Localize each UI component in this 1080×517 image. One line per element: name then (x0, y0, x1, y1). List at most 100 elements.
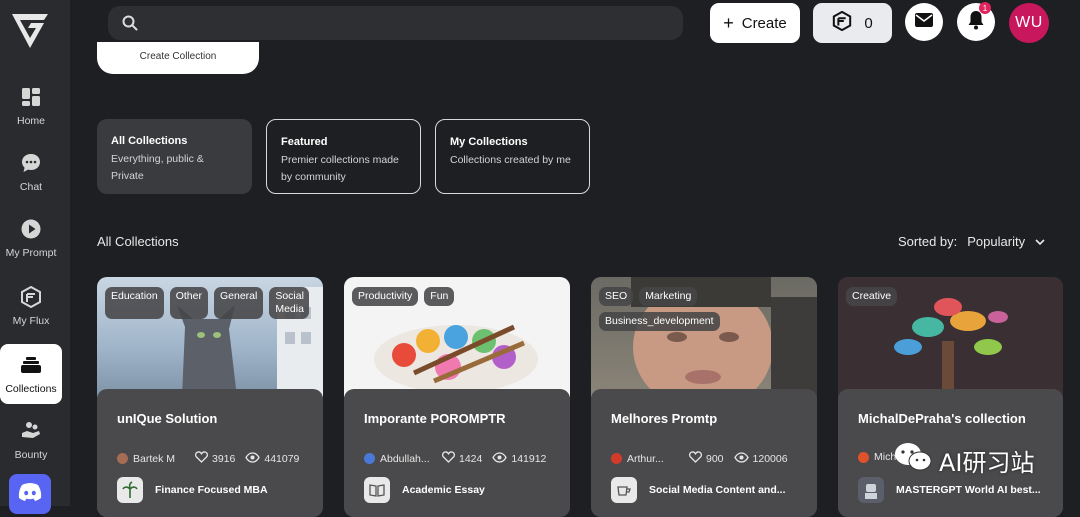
tag[interactable]: SEO (599, 287, 634, 306)
collection-meta: Bartek M 3916 441079 (117, 451, 311, 466)
eye-icon (492, 451, 508, 466)
wechat-icon (893, 440, 933, 480)
credits-value: 0 (864, 14, 873, 32)
prompt-item[interactable]: MASTERGPT World AI best... (858, 477, 1051, 503)
filter-all-collections[interactable]: All Collections Everything, public & Pri… (97, 119, 252, 194)
heart-icon (442, 451, 455, 466)
filter-description: Premier collections made by community (281, 154, 399, 183)
likes: 3916 (195, 451, 235, 466)
prompt-title: Social Media Content and... (649, 484, 786, 496)
sidebar-item-label: Bounty (14, 449, 48, 461)
sort-value: Popularity (967, 234, 1026, 249)
app-logo-icon[interactable] (10, 12, 50, 50)
sidebar-item-label: Chat (19, 181, 43, 193)
sidebar-item-label: My Prompt (5, 247, 57, 259)
collection-meta: Arthur... 900 120006 (611, 451, 805, 466)
likes-count: 3916 (212, 452, 236, 465)
prompt-item[interactable]: Finance Focused MBA (117, 477, 311, 503)
tag[interactable]: Fun (424, 287, 455, 306)
watermark-text: AI研习站 (939, 448, 1035, 477)
collection-name: unIQue Solution (117, 411, 218, 426)
flux-logo-icon (19, 285, 43, 309)
avatar[interactable]: WU (1009, 3, 1049, 43)
chevron-down-icon (1035, 234, 1045, 249)
eye-icon (245, 451, 261, 466)
notifications-button[interactable]: 1 (957, 2, 995, 41)
prompt-title: Finance Focused MBA (155, 484, 268, 496)
sidebar-item-home[interactable]: Home (0, 76, 62, 136)
author-avatar (858, 451, 869, 463)
tag-list: Productivity Fun (352, 287, 566, 306)
prompt-item[interactable]: Academic Essay (364, 477, 558, 503)
filter-description: Everything, public & Private (111, 153, 204, 182)
tag[interactable]: Productivity (352, 287, 419, 306)
robot-icon (858, 477, 884, 503)
search-icon (122, 15, 138, 36)
credits-button[interactable]: 0 (813, 3, 892, 43)
collection-card[interactable]: Creative MichalDePraha's collection Mich… (838, 277, 1063, 517)
create-collection-button[interactable]: Create Collection (97, 42, 259, 74)
create-button-label: Create (741, 14, 787, 32)
sidebar-item-chat[interactable]: Chat (0, 142, 62, 202)
create-button[interactable]: + Create (710, 3, 800, 43)
sidebar-item-bounty[interactable]: Bounty (0, 410, 62, 470)
filter-title: My Collections (450, 136, 528, 148)
book-icon (364, 477, 390, 503)
collection-card[interactable]: SEO Marketing Business_development Melho… (591, 277, 817, 517)
author-name: Abdullah... (380, 452, 430, 465)
filter-my-collections[interactable]: My Collections Collections created by me (435, 119, 590, 194)
watermark: AI研习站 (893, 440, 1035, 480)
author[interactable]: Arthur... (611, 453, 689, 465)
author-avatar (611, 453, 622, 464)
messages-button[interactable] (905, 3, 943, 41)
coffee-cup-icon (611, 477, 637, 503)
collection-card[interactable]: Education Other General Social Media unI… (97, 277, 323, 517)
dashboard-icon (19, 85, 43, 109)
likes: 900 (689, 451, 724, 466)
views-count: 141912 (511, 452, 547, 465)
prompt-title: MASTERGPT World AI best... (896, 484, 1041, 496)
tag[interactable]: Business_development (599, 312, 720, 331)
collection-name: Melhores Promtp (611, 411, 718, 426)
heart-icon (195, 451, 208, 466)
prompt-item[interactable]: Social Media Content and... (611, 477, 805, 503)
author[interactable]: Abdullah... (364, 453, 442, 465)
tag[interactable]: Creative (846, 287, 898, 306)
likes-count: 900 (706, 452, 724, 465)
tag-list: Education Other General Social Media (105, 287, 319, 319)
filter-featured[interactable]: Featured Premier collections made by com… (266, 119, 421, 194)
collection-name: Imporante POROMPTR (364, 411, 506, 426)
author-name: Bartek M (133, 452, 176, 465)
sort-dropdown[interactable]: Sorted by: Popularity (898, 234, 1045, 249)
plus-icon: + (723, 13, 734, 33)
views-count: 441079 (264, 452, 300, 465)
likes-count: 1424 (459, 452, 483, 465)
hand-coins-icon (19, 419, 43, 443)
filter-title: Featured (281, 136, 328, 148)
chat-bubble-icon (19, 151, 43, 175)
tag[interactable]: Other (169, 287, 208, 319)
tag[interactable]: Social Media (269, 287, 310, 319)
mail-icon (915, 12, 933, 32)
sidebar-item-label: Home (16, 115, 45, 127)
views: 141912 (492, 451, 547, 466)
collection-meta: Abdullah... 1424 141912 (364, 451, 558, 466)
views: 120006 (733, 451, 788, 466)
search-bar[interactable] (108, 6, 683, 40)
tag[interactable]: General (213, 287, 264, 319)
author[interactable]: Bartek M (117, 453, 195, 465)
tag[interactable]: Education (105, 287, 164, 319)
sidebar-item-label: Collections (5, 383, 57, 395)
sort-label: Sorted by: (898, 234, 958, 249)
search-input[interactable] (148, 12, 668, 34)
play-circle-icon (19, 217, 43, 241)
create-collection-label: Create Collection (139, 51, 217, 62)
eye-icon (733, 451, 749, 466)
sidebar-item-collections[interactable]: Collections (0, 344, 62, 404)
collection-card[interactable]: Productivity Fun Imporante POROMPTR Abdu… (344, 277, 570, 517)
likes: 1424 (442, 451, 482, 466)
tag[interactable]: Marketing (639, 287, 698, 306)
discord-button[interactable] (9, 474, 51, 514)
sidebar-item-my-flux[interactable]: My Flux (0, 276, 62, 336)
sidebar-item-my-prompt[interactable]: My Prompt (0, 208, 62, 268)
